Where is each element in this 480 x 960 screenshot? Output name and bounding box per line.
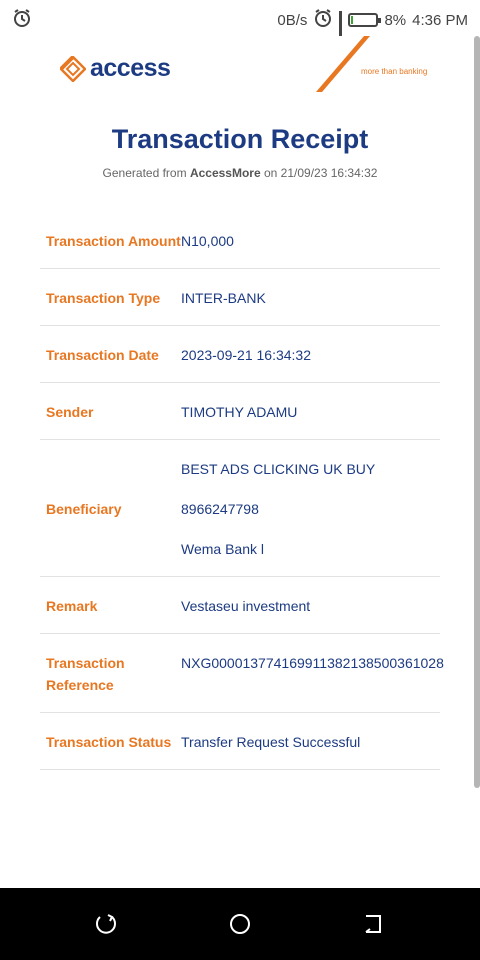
page-title: Transaction Receipt: [111, 124, 369, 154]
signal-icon: [339, 11, 343, 56]
access-logo: access: [60, 54, 171, 83]
home-icon[interactable]: [228, 912, 252, 936]
row-label: Transaction Date: [46, 347, 159, 363]
system-nav-bar: [0, 888, 480, 960]
row-value: Transfer Request Successful: [181, 734, 361, 750]
receipt-table: Transaction Amount N10,000 Transaction T…: [40, 212, 444, 770]
generated-app: AccessMore: [189, 166, 261, 180]
generated-suffix: on 21/09/23 16:34:32: [264, 166, 378, 180]
row-sender: Sender TIMOTHY ADAMU: [40, 383, 440, 440]
row-reference: Transaction Reference NXG000013774169911…: [40, 634, 444, 713]
row-date: Transaction Date 2023-09-21 16:34:32: [40, 326, 440, 383]
network-speed: 0B/s: [277, 11, 308, 29]
row-label: Transaction Amount: [46, 233, 181, 249]
row-type: Transaction Type INTER-BANK: [40, 269, 440, 326]
status-bar: 0B/s 8% 4:36 PM: [0, 0, 480, 56]
row-label: Transaction Status: [46, 734, 172, 750]
battery-percent: 8%: [384, 11, 407, 29]
row-label: Sender: [46, 404, 94, 420]
row-value: Vestaseu investment: [181, 598, 311, 614]
access-wordmark: access: [90, 54, 171, 82]
access-diamond-icon: [60, 55, 86, 82]
row-value: N10,000: [181, 233, 234, 249]
alarm-icon: [12, 8, 32, 32]
generated-info: Generated from AccessMore on 21/09/23 16…: [0, 166, 480, 180]
beneficiary-name: BEST ADS CLICKING UK BUY: [181, 461, 376, 477]
alarm-status-icon: [313, 8, 333, 32]
battery-icon: [348, 13, 382, 27]
clock: 4:36 PM: [412, 11, 468, 29]
row-value: INTER-BANK: [181, 290, 266, 306]
row-value: TIMOTHY ADAMU: [181, 404, 298, 420]
beneficiary-account: 8966247798: [181, 501, 259, 517]
row-label: Transaction Reference: [46, 655, 125, 693]
back-icon[interactable]: [362, 912, 386, 936]
row-value: BEST ADS CLICKING UK BUY 8966247798 Wema…: [181, 458, 434, 560]
beneficiary-bank: Wema Bank l: [181, 541, 264, 557]
recent-apps-icon[interactable]: [94, 912, 118, 936]
generated-prefix: Generated from: [102, 166, 187, 180]
tagline: more than banking: [361, 67, 428, 76]
row-remark: Remark Vestaseu investment: [40, 577, 440, 634]
row-label: Remark: [46, 598, 98, 614]
row-amount: Transaction Amount N10,000: [40, 212, 440, 269]
row-status: Transaction Status Transfer Request Succ…: [40, 713, 440, 770]
row-beneficiary: Beneficiary BEST ADS CLICKING UK BUY 896…: [40, 440, 440, 577]
row-label: Beneficiary: [46, 501, 122, 517]
row-value: NXG0000137741699113821385003610​28: [181, 655, 444, 671]
row-label: Transaction Type: [46, 290, 161, 306]
more-than-banking-slash: [316, 36, 370, 92]
row-value: 2023-09-21 16:34:32: [181, 347, 311, 363]
